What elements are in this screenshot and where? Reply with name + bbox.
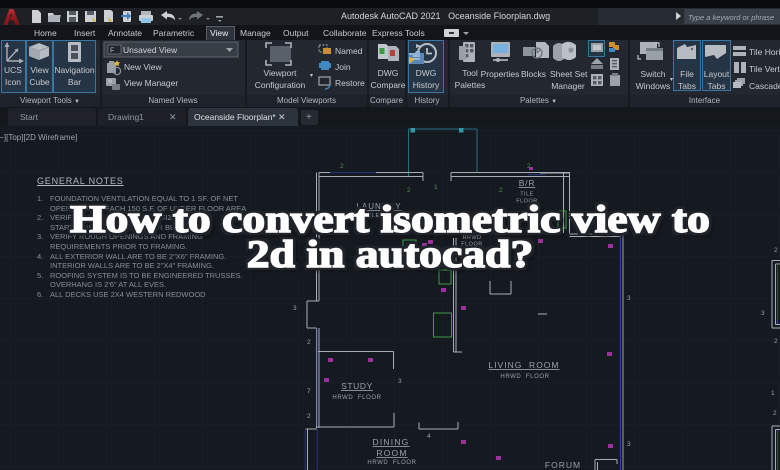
svg-text:2: 2: [499, 187, 503, 194]
svg-text:STUDY: STUDY: [341, 381, 373, 391]
svg-text:2: 2: [773, 410, 777, 417]
svg-text:4: 4: [427, 433, 431, 440]
svg-text:ROOM: ROOM: [376, 448, 407, 458]
svg-text:F: F: [110, 48, 114, 55]
svg-text:2: 2: [774, 338, 778, 345]
svg-text:7: 7: [307, 388, 311, 395]
svg-text:2: 2: [307, 413, 311, 420]
svg-text:TILE: TILE: [520, 192, 534, 198]
svg-text:DINING: DINING: [373, 437, 410, 447]
svg-text:3: 3: [627, 441, 631, 448]
svg-text:2: 2: [340, 163, 344, 170]
svg-text:3: 3: [293, 305, 297, 312]
svg-text:HRWD FLOOR: HRWD FLOOR: [500, 374, 549, 380]
svg-text:2: 2: [307, 339, 311, 346]
svg-text:FORUM: FORUM: [545, 460, 581, 470]
svg-text:1: 1: [434, 184, 438, 191]
svg-text:B/R: B/R: [519, 178, 536, 188]
svg-text:1: 1: [771, 390, 775, 397]
svg-text:2: 2: [407, 187, 411, 194]
svg-text:3: 3: [627, 295, 631, 302]
svg-text:HRWD FLOOR: HRWD FLOOR: [367, 460, 416, 466]
svg-text:3: 3: [761, 310, 765, 317]
svg-text:HRWD FLOOR: HRWD FLOOR: [332, 395, 381, 401]
svg-text:2: 2: [527, 163, 531, 170]
svg-text:LIVING ROOM: LIVING ROOM: [488, 360, 559, 370]
svg-text:3: 3: [398, 378, 402, 385]
